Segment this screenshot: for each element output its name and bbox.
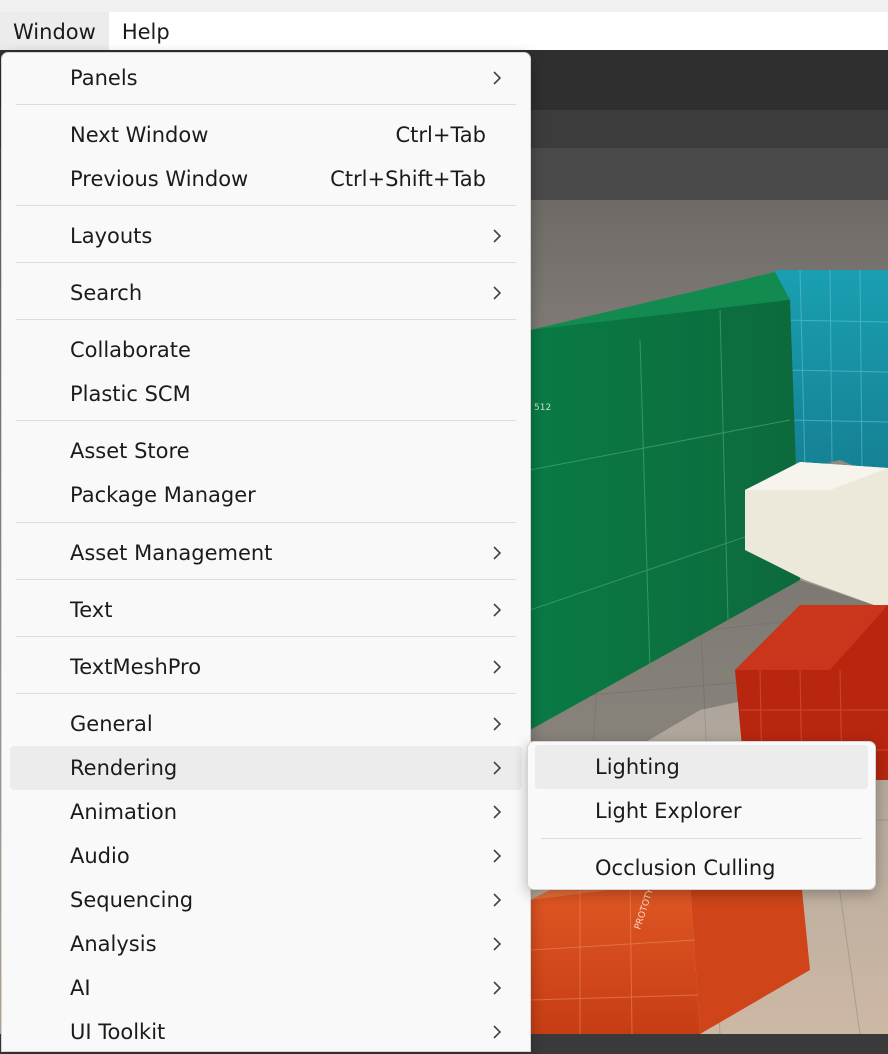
chevron-right-icon: [493, 1025, 502, 1039]
menu-item-lighting[interactable]: Lighting: [535, 745, 868, 789]
menu-separator: [16, 522, 516, 523]
menu-item-ui-toolkit[interactable]: UI Toolkit: [10, 1010, 522, 1054]
menu-item-panels[interactable]: Panels: [10, 56, 522, 100]
menu-separator: [16, 420, 516, 421]
chevron-right-icon: [493, 761, 502, 775]
chevron-right-icon: [493, 805, 502, 819]
menu-separator: [541, 838, 862, 839]
menu-item-label: Text: [70, 598, 113, 622]
title-strip: [0, 0, 888, 12]
menu-separator: [16, 262, 516, 263]
menu-item-label: Collaborate: [70, 338, 191, 362]
menu-item-plastic-scm[interactable]: Plastic SCM: [10, 372, 522, 416]
menu-item-label: Occlusion Culling: [595, 856, 776, 880]
chevron-right-icon: [493, 717, 502, 731]
menu-item-label: Next Window: [70, 123, 209, 147]
menu-item-label: General: [70, 712, 153, 736]
menu-separator: [16, 205, 516, 206]
menu-bar: Window Help: [0, 12, 888, 50]
window-menu: Panels Next Window Ctrl+Tab Previous Win…: [1, 52, 531, 1052]
menu-item-sequencing[interactable]: Sequencing: [10, 878, 522, 922]
chevron-right-icon: [493, 229, 502, 243]
menu-separator: [16, 319, 516, 320]
menu-item-asset-store[interactable]: Asset Store: [10, 429, 522, 473]
menu-item-label: Asset Management: [70, 541, 273, 565]
menu-item-label: UI Toolkit: [70, 1020, 166, 1044]
chevron-right-icon: [493, 546, 502, 560]
texture-label: 512: [534, 403, 551, 413]
menu-item-label: Search: [70, 281, 143, 305]
menu-separator: [16, 636, 516, 637]
chevron-right-icon: [493, 937, 502, 951]
menu-item-label: Light Explorer: [595, 799, 742, 823]
menu-item-label: Layouts: [70, 224, 153, 248]
chevron-right-icon: [493, 603, 502, 617]
menu-item-ai[interactable]: AI: [10, 966, 522, 1010]
menu-item-label: Plastic SCM: [70, 382, 191, 406]
menu-item-label: Analysis: [70, 932, 157, 956]
menu-item-label: Panels: [70, 66, 138, 90]
menubar-window[interactable]: Window: [0, 12, 109, 50]
chevron-right-icon: [493, 286, 502, 300]
menu-separator: [16, 579, 516, 580]
menu-item-search[interactable]: Search: [10, 271, 522, 315]
menu-item-animation[interactable]: Animation: [10, 790, 522, 834]
menu-item-rendering[interactable]: Rendering: [10, 746, 522, 790]
menu-item-text[interactable]: Text: [10, 588, 522, 632]
menu-item-analysis[interactable]: Analysis: [10, 922, 522, 966]
menu-item-label: Previous Window: [70, 167, 249, 191]
menu-item-package-manager[interactable]: Package Manager: [10, 473, 522, 517]
menu-item-label: Animation: [70, 800, 178, 824]
menu-item-label: Sequencing: [70, 888, 194, 912]
menu-item-light-explorer[interactable]: Light Explorer: [535, 789, 868, 833]
chevron-right-icon: [493, 71, 502, 85]
shortcut-label: Ctrl+Tab: [395, 123, 486, 147]
rendering-submenu: Lighting Light Explorer Occlusion Cullin…: [527, 741, 876, 890]
menu-item-next-window[interactable]: Next Window Ctrl+Tab: [10, 113, 522, 157]
chevron-right-icon: [493, 981, 502, 995]
menu-item-label: Asset Store: [70, 439, 190, 463]
menu-item-layouts[interactable]: Layouts: [10, 214, 522, 258]
menu-item-label: Rendering: [70, 756, 178, 780]
menu-item-label: TextMeshPro: [70, 655, 202, 679]
chevron-right-icon: [493, 849, 502, 863]
menubar-help[interactable]: Help: [109, 12, 183, 50]
menu-item-textmeshpro[interactable]: TextMeshPro: [10, 645, 522, 689]
shortcut-label: Ctrl+Shift+Tab: [330, 167, 486, 191]
chevron-right-icon: [493, 893, 502, 907]
menu-item-previous-window[interactable]: Previous Window Ctrl+Shift+Tab: [10, 157, 522, 201]
menu-separator: [16, 693, 516, 694]
menu-item-label: AI: [70, 976, 91, 1000]
menu-item-label: Audio: [70, 844, 130, 868]
menu-item-label: Lighting: [595, 755, 680, 779]
menu-separator: [16, 104, 516, 105]
menu-item-occlusion-culling[interactable]: Occlusion Culling: [535, 846, 868, 890]
menu-item-general[interactable]: General: [10, 702, 522, 746]
chevron-right-icon: [493, 660, 502, 674]
menu-item-label: Package Manager: [70, 483, 256, 507]
menu-item-collaborate[interactable]: Collaborate: [10, 328, 522, 372]
menu-item-audio[interactable]: Audio: [10, 834, 522, 878]
menu-item-asset-management[interactable]: Asset Management: [10, 531, 522, 575]
